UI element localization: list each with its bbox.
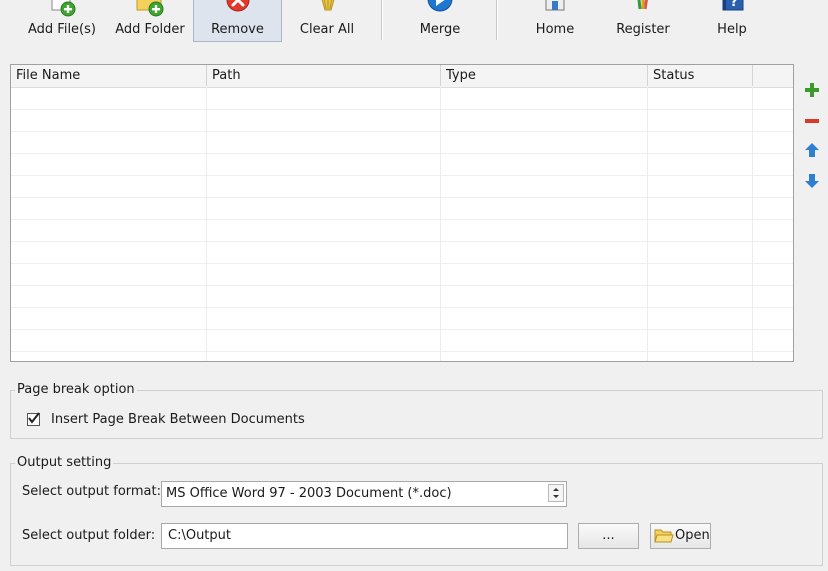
browse-button[interactable]: ... — [578, 523, 639, 549]
toolbar-separator — [381, 0, 383, 40]
column-divider — [440, 87, 441, 361]
remove-button[interactable]: Remove — [193, 0, 282, 42]
home-button[interactable]: Home — [516, 0, 594, 42]
column-divider — [752, 87, 753, 361]
remove-label: Remove — [211, 22, 264, 37]
page-break-checkbox[interactable] — [27, 412, 40, 426]
row-grid-line — [11, 307, 793, 308]
output-folder-label: Select output folder: — [22, 528, 156, 543]
output-format-select[interactable]: MS Office Word 97 - 2003 Document (*.doc… — [161, 481, 567, 507]
register-button[interactable]: Register — [604, 0, 682, 42]
column-header-type[interactable]: Type — [441, 65, 648, 86]
row-grid-line — [11, 241, 793, 242]
row-grid-line — [11, 285, 793, 286]
spinner-icon[interactable] — [548, 484, 564, 502]
move-down-icon[interactable] — [804, 173, 820, 189]
column-divider — [647, 87, 648, 361]
add-file-icon — [51, 0, 76, 17]
help-icon: ? — [722, 0, 744, 11]
add-folder-label: Add Folder — [115, 22, 185, 37]
spinner-arrows-icon — [553, 488, 559, 498]
add-files-button[interactable]: Add File(s) — [22, 0, 102, 42]
svg-text:?: ? — [730, 0, 738, 10]
home-icon — [545, 0, 565, 11]
toolbar: Add File(s) Add Folder Remove Clear All … — [0, 0, 828, 46]
keys-icon — [637, 0, 648, 10]
column-header-path[interactable]: Path — [207, 65, 441, 86]
column-header-file-name[interactable]: File Name — [11, 65, 207, 86]
page-break-checkbox-label[interactable]: Insert Page Break Between Documents — [51, 412, 305, 427]
column-divider — [206, 87, 207, 361]
row-grid-line — [11, 351, 793, 352]
help-label: Help — [717, 22, 747, 37]
help-button[interactable]: ? Help — [693, 0, 771, 42]
play-icon — [427, 0, 453, 12]
file-list-header: File Name Path Type Status — [11, 65, 793, 88]
home-label: Home — [535, 22, 575, 37]
remove-item-icon[interactable] — [804, 113, 820, 129]
page-break-group: Page break option Insert Page Break Betw… — [10, 382, 823, 439]
file-list[interactable]: File Name Path Type Status — [10, 64, 794, 362]
open-button-label: Open — [675, 528, 710, 543]
clear-all-label: Clear All — [299, 22, 355, 37]
row-grid-line — [11, 109, 793, 110]
output-format-value: MS Office Word 97 - 2003 Document (*.doc… — [166, 486, 452, 501]
add-files-label: Add File(s) — [28, 22, 96, 37]
row-grid-line — [11, 219, 793, 220]
register-label: Register — [616, 22, 670, 37]
output-setting-group: Output setting Select output format: MS … — [10, 455, 823, 566]
add-item-icon[interactable] — [804, 82, 820, 98]
add-folder-icon — [136, 0, 164, 17]
row-grid-line — [11, 175, 793, 176]
column-header-status[interactable]: Status — [648, 65, 753, 86]
merge-button[interactable]: Merge — [400, 0, 480, 42]
row-grid-line — [11, 131, 793, 132]
output-folder-input[interactable]: C:\Output — [161, 523, 568, 549]
row-grid-line — [11, 153, 793, 154]
row-grid-line — [11, 263, 793, 264]
broom-icon — [321, 0, 335, 11]
merge-label: Merge — [419, 22, 461, 37]
output-format-label: Select output format: — [22, 484, 162, 499]
row-grid-line — [11, 329, 793, 330]
page-break-group-title: Page break option — [15, 382, 137, 397]
add-folder-button[interactable]: Add Folder — [110, 0, 190, 42]
toolbar-separator — [496, 0, 498, 40]
output-setting-group-title: Output setting — [15, 455, 114, 470]
folder-open-icon — [654, 529, 674, 543]
clear-all-button[interactable]: Clear All — [288, 0, 366, 42]
row-grid-line — [11, 197, 793, 198]
remove-icon — [226, 0, 249, 12]
checkmark-icon — [28, 412, 40, 424]
move-up-icon[interactable] — [804, 142, 820, 158]
open-button[interactable]: Open — [650, 523, 711, 549]
